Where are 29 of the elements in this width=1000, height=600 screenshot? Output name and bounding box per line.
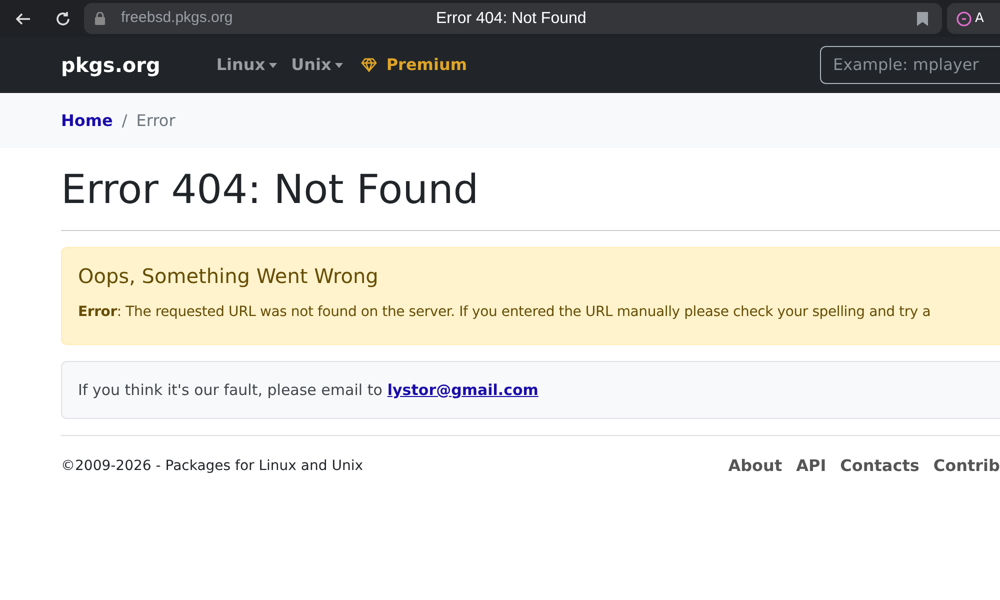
- notice-text: If you think it's our fault, please email to: [78, 380, 382, 401]
- url-text: freebsd.pkgs.org: [121, 8, 233, 28]
- alert-message: Error: The requested URL was not found on the server. If you entered the URL manually please check your spelling and try a: [78, 303, 932, 322]
- bookmark-icon[interactable]: [917, 12, 928, 26]
- page-title: Error 404: Not Found: [436, 8, 586, 28]
- breadcrumb-separator: /: [122, 110, 128, 132]
- breadcrumb-current: Error: [136, 110, 176, 132]
- nav-dropdown[interactable]: Unix: [291, 53, 344, 77]
- footer-link[interactable]: About: [728, 454, 782, 478]
- page-heading: Error 404: Not Found: [61, 166, 480, 214]
- brand-link[interactable]: pkgs.org: [61, 50, 160, 80]
- extension-icon: [956, 10, 972, 26]
- caret-icon: [269, 62, 278, 68]
- reload-icon[interactable]: [54, 10, 72, 28]
- premium-link[interactable]: Premium: [361, 53, 468, 77]
- nav-dropdown[interactable]: Linux: [216, 53, 278, 77]
- footer-link[interactable]: Contacts: [840, 454, 920, 478]
- diamond-icon: [361, 58, 378, 72]
- alert-title: Oops, Something Went Wrong: [78, 263, 380, 290]
- copyright-text: ©2009-2026 - Packages for Linux and Unix: [61, 456, 363, 476]
- email-link[interactable]: lystor@gmail.com: [387, 378, 538, 402]
- search-field[interactable]: Example: mplayer: [820, 46, 1000, 84]
- breadcrumb-link[interactable]: Home: [61, 108, 113, 132]
- extension-button[interactable]: A: [947, 3, 1000, 34]
- footer-link[interactable]: Contrib: [933, 454, 1000, 478]
- footer-link[interactable]: API: [796, 454, 826, 478]
- caret-icon: [335, 62, 344, 68]
- address-bar[interactable]: freebsd.pkgs.org Error 404: Not Found: [84, 3, 942, 34]
- lock-icon: [95, 12, 105, 25]
